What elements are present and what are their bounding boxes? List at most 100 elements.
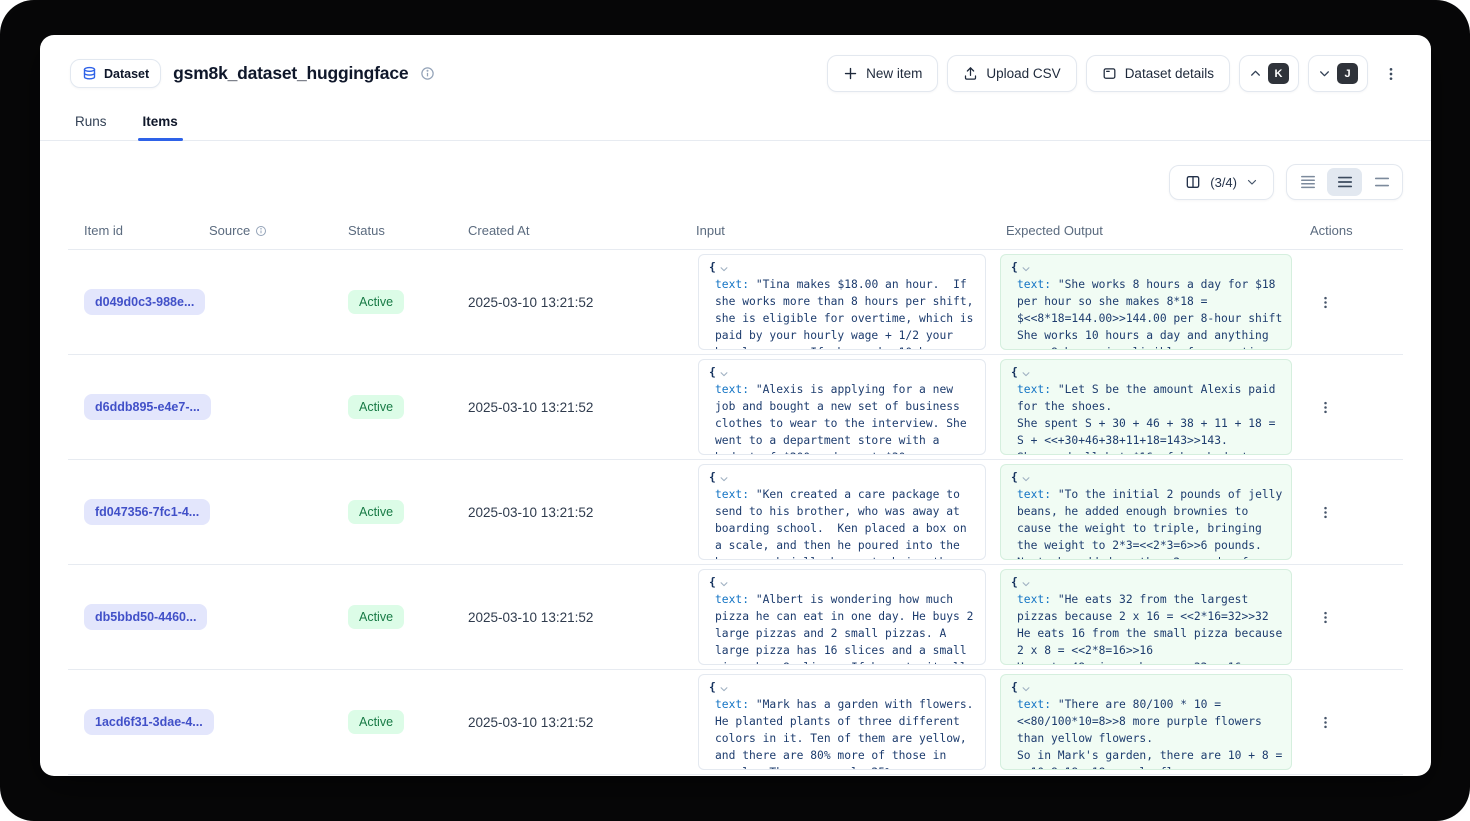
row-actions-button[interactable] (1312, 708, 1339, 737)
new-item-label: New item (866, 66, 922, 81)
row-height-medium-button[interactable] (1327, 168, 1362, 196)
created-at-cell: 2025-03-10 13:21:52 (452, 460, 680, 564)
status-badge: Active (348, 395, 404, 419)
expected-output-json-cell[interactable]: { text: "There are 80/100 * 10 = <<80/100… (1000, 674, 1292, 770)
json-value: "Mark has a garden with flowers. He plan… (715, 698, 980, 770)
source-cell (193, 250, 332, 354)
json-key: text: (715, 278, 749, 291)
json-key: text: (715, 593, 749, 606)
input-json-cell[interactable]: { text: "Mark has a garden with flowers. … (698, 674, 986, 770)
input-json-cell[interactable]: { text: "Albert is wondering how much piz… (698, 569, 986, 665)
column-header-expected-output[interactable]: Expected Output (990, 213, 1294, 249)
json-brace: { (709, 574, 716, 591)
row-actions-button[interactable] (1312, 603, 1339, 632)
json-key: text: (1017, 488, 1051, 501)
columns-selector-button[interactable]: (3/4) (1169, 165, 1274, 200)
collapse-chevron-icon[interactable] (719, 264, 729, 274)
column-header-actions: Actions (1294, 213, 1403, 249)
collapse-chevron-icon[interactable] (1021, 369, 1031, 379)
column-header-item-id[interactable]: Item id (68, 213, 193, 249)
json-key: text: (1017, 278, 1051, 291)
prev-user-button[interactable]: K (1239, 55, 1299, 92)
json-key: text: (715, 383, 749, 396)
json-value: "There are 80/100 * 10 = <<80/100*10=8>>… (1017, 698, 1289, 770)
input-json-cell[interactable]: {text: "Tina makes $18.00 an hour. If sh… (698, 254, 986, 350)
title-info-icon[interactable] (420, 66, 435, 81)
tab-runs[interactable]: Runs (70, 105, 112, 140)
json-brace: { (709, 259, 716, 276)
row-height-large-icon (1374, 174, 1390, 190)
next-user-button[interactable]: J (1308, 55, 1368, 92)
json-brace: { (1011, 679, 1018, 696)
json-value: "Alexis is applying for a new job and bo… (715, 383, 973, 455)
input-json-cell[interactable]: {text: "Alexis is applying for a new job… (698, 359, 986, 455)
json-key: text: (1017, 383, 1051, 396)
json-key: text: (715, 698, 749, 711)
input-json-cell[interactable]: {text: "Ken created a care package to se… (698, 464, 986, 560)
table-header-row: Item id Source Status Created At Input E… (68, 213, 1403, 250)
json-brace: { (1011, 364, 1018, 381)
row-height-small-button[interactable] (1290, 168, 1325, 196)
item-id-badge[interactable]: d049d0c3-988e... (84, 289, 205, 315)
collapse-chevron-icon[interactable] (719, 474, 729, 484)
collapse-chevron-icon[interactable] (1021, 474, 1031, 484)
chevron-down-icon (1318, 67, 1331, 80)
kebab-menu-icon (1383, 65, 1399, 83)
column-header-input[interactable]: Input (680, 213, 990, 249)
created-at-cell: 2025-03-10 13:21:52 (452, 565, 680, 669)
collapse-chevron-icon[interactable] (1021, 264, 1031, 274)
tab-bar: Runs Items (40, 105, 1431, 141)
json-brace: { (1011, 574, 1018, 591)
item-id-badge[interactable]: d6ddb895-e4e7-... (84, 394, 211, 420)
row-height-large-button[interactable] (1364, 168, 1399, 196)
upload-csv-button[interactable]: Upload CSV (947, 55, 1076, 92)
collapse-chevron-icon[interactable] (1021, 579, 1031, 589)
tab-items[interactable]: Items (138, 105, 183, 140)
created-at-cell: 2025-03-10 13:21:52 (452, 670, 680, 774)
expected-output-json-cell[interactable]: {text: "She works 8 hours a day for $18 … (1000, 254, 1292, 350)
upload-csv-label: Upload CSV (986, 66, 1060, 81)
json-value: "Let S be the amount Alexis paid for the… (1017, 383, 1282, 455)
columns-count-label: (3/4) (1210, 175, 1237, 190)
json-value: "Albert is wondering how much pizza he c… (715, 593, 980, 665)
column-header-status[interactable]: Status (332, 213, 452, 249)
collapse-chevron-icon[interactable] (719, 579, 729, 589)
expected-output-json-cell[interactable]: {text: "He eats 32 from the largest pizz… (1000, 569, 1292, 665)
json-brace: { (709, 679, 716, 696)
column-header-created-at[interactable]: Created At (452, 213, 680, 249)
item-id-badge[interactable]: db5bbd50-4460... (84, 604, 207, 630)
collapse-chevron-icon[interactable] (719, 684, 729, 694)
row-actions-button[interactable] (1312, 498, 1339, 527)
column-header-source[interactable]: Source (193, 213, 332, 249)
table-row: db5bbd50-4460... Active 2025-03-10 13:21… (68, 565, 1403, 670)
created-at-cell: 2025-03-10 13:21:52 (452, 355, 680, 459)
json-key: text: (1017, 698, 1051, 711)
chevron-up-icon (1249, 67, 1262, 80)
row-height-small-icon (1300, 174, 1316, 190)
row-height-medium-icon (1337, 174, 1353, 190)
source-info-icon[interactable] (255, 225, 267, 237)
json-value: "To the initial 2 pounds of jelly beans,… (1017, 488, 1289, 560)
table-toolbar: (3/4) (40, 141, 1431, 213)
plus-icon (843, 66, 858, 81)
json-value: "She works 8 hours a day for $18 per hou… (1017, 278, 1282, 350)
status-badge: Active (348, 290, 404, 314)
new-item-button[interactable]: New item (827, 55, 938, 92)
expected-output-json-cell[interactable]: { text: "Let S be the amount Alexis paid … (1000, 359, 1292, 455)
items-table: Item id Source Status Created At Input E… (68, 213, 1403, 775)
dataset-details-button[interactable]: Dataset details (1086, 55, 1230, 92)
collapse-chevron-icon[interactable] (719, 369, 729, 379)
expected-output-json-cell[interactable]: {text: "To the initial 2 pounds of jelly… (1000, 464, 1292, 560)
page-title: gsm8k_dataset_huggingface (173, 63, 408, 84)
collapse-chevron-icon[interactable] (1021, 684, 1031, 694)
table-row: d6ddb895-e4e7-... Active 2025-03-10 13:2… (68, 355, 1403, 460)
row-actions-button[interactable] (1312, 393, 1339, 422)
dataset-type-badge: Dataset (70, 59, 161, 88)
source-cell (193, 565, 332, 669)
table-row: 1acd6f31-3dae-4... Active 2025-03-10 13:… (68, 670, 1403, 775)
item-id-badge[interactable]: fd047356-7fc1-4... (84, 499, 210, 525)
header-more-actions-button[interactable] (1377, 55, 1405, 92)
row-actions-button[interactable] (1312, 288, 1339, 317)
details-panel-icon (1102, 66, 1117, 81)
json-key: text: (1017, 593, 1051, 606)
